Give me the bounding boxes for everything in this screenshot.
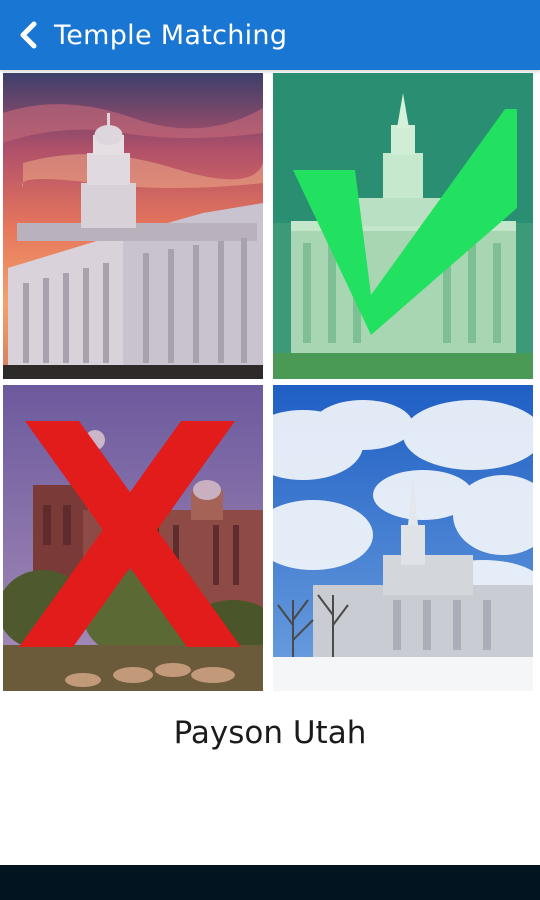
temple-option-3[interactable] (3, 385, 263, 691)
app-bar: Temple Matching (0, 0, 540, 70)
back-button[interactable] (0, 0, 56, 70)
sunset-temple-photo (3, 73, 263, 379)
temple-option-1[interactable] (3, 73, 263, 379)
temple-name-prompt: Payson Utah (173, 715, 367, 751)
system-nav-bar (0, 865, 540, 900)
temple-option-2[interactable] (273, 73, 533, 379)
temple-option-4[interactable] (273, 385, 533, 691)
snowy-temple-photo (273, 385, 533, 691)
green-tinted-temple-photo (273, 73, 533, 379)
chevron-left-icon (20, 21, 37, 49)
page-title: Temple Matching (54, 19, 288, 51)
temple-grid (0, 70, 540, 694)
red-brick-temple-photo (3, 385, 263, 691)
